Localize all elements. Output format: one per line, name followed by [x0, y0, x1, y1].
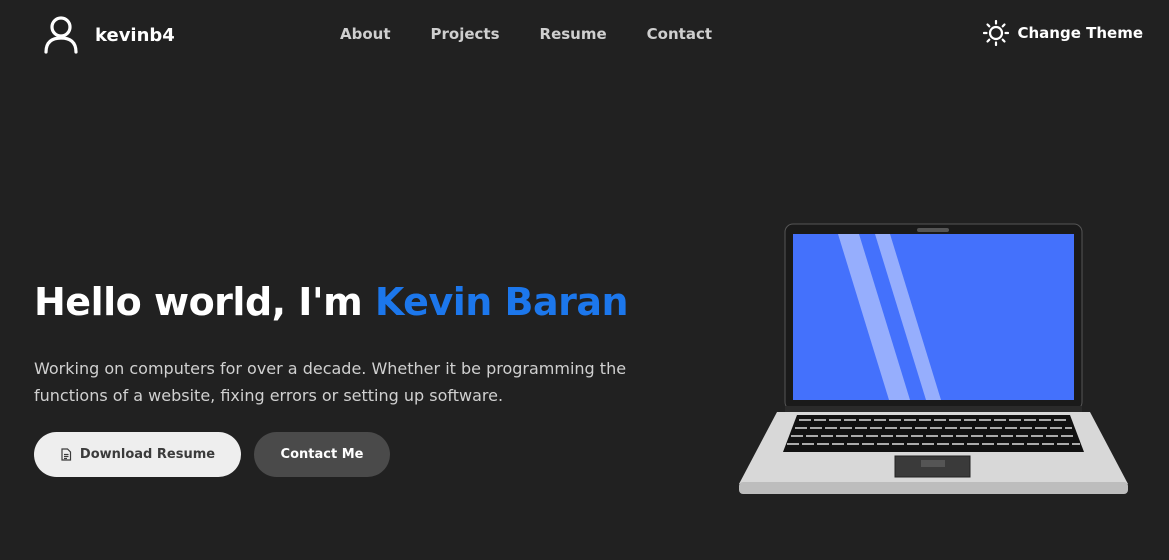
contact-me-button[interactable]: Contact Me: [254, 432, 390, 477]
download-resume-label: Download Resume: [79, 447, 216, 462]
change-theme-label: Change Theme: [1017, 24, 1143, 42]
nav-link-contact[interactable]: Contact: [647, 22, 712, 46]
hero-title: Hello world, I'm Kevin Baran: [34, 280, 629, 324]
contact-me-label: Contact Me: [280, 447, 364, 462]
document-icon: [61, 448, 72, 461]
top-nav: kevinb4 About Projects Resume Contact Ch…: [0, 0, 1169, 70]
download-resume-button[interactable]: Download Resume: [34, 432, 241, 477]
hero-title-prefix: Hello world, I'm: [34, 280, 375, 324]
nav-link-resume[interactable]: Resume: [540, 22, 607, 46]
user-icon: [44, 16, 78, 54]
nav-links: About Projects Resume Contact: [340, 22, 752, 46]
brand-link[interactable]: kevinb4: [43, 15, 175, 55]
nav-link-about[interactable]: About: [340, 22, 391, 46]
change-theme-button[interactable]: Change Theme: [983, 20, 1143, 46]
laptop-illustration: [739, 223, 1128, 494]
nav-link-projects[interactable]: Projects: [431, 22, 500, 46]
hero-description: Working on computers for over a decade. …: [34, 359, 627, 405]
brand-name: kevinb4: [95, 24, 175, 46]
hero-title-name: Kevin Baran: [374, 280, 629, 324]
sun-icon: [983, 20, 1010, 46]
